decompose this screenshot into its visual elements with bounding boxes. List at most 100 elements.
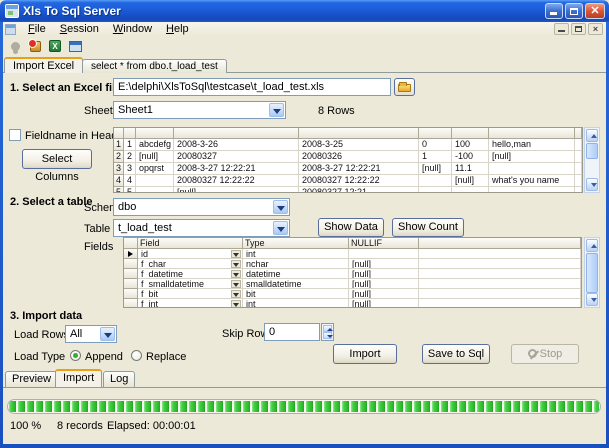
grid-cell[interactable] — [136, 175, 174, 187]
grid-corner-cell[interactable] — [124, 238, 138, 249]
replace-radio[interactable] — [131, 350, 142, 361]
grid-cell[interactable]: 0 — [419, 139, 452, 151]
append-label[interactable]: Append — [85, 351, 123, 363]
close-button[interactable]: ✕ — [585, 3, 605, 19]
grid-cell[interactable]: 20080326 — [299, 151, 419, 163]
scroll-down-icon[interactable] — [586, 178, 598, 191]
mdi-child-icon[interactable] — [5, 24, 16, 35]
scroll-up-icon[interactable] — [586, 239, 598, 252]
field-dropdown-icon[interactable] — [231, 280, 241, 288]
field-cell[interactable]: id — [138, 249, 243, 259]
grid-cell[interactable]: 1 — [124, 139, 136, 151]
grid-cell[interactable]: 100 — [452, 139, 489, 151]
field-cell[interactable]: f_smalldatetime — [138, 279, 243, 289]
mdi-minimize-button[interactable] — [554, 23, 569, 35]
grid-cell[interactable]: [null] — [419, 163, 452, 175]
row-selector-cell[interactable] — [124, 269, 138, 279]
tab-import-excel[interactable]: Import Excel — [4, 57, 83, 73]
grid-cell[interactable]: 20080327 12:22:22 — [174, 175, 299, 187]
import-excel-button[interactable]: X — [47, 38, 63, 54]
field-cell[interactable]: f_int — [138, 299, 243, 308]
grid-cell[interactable]: opqrst — [136, 163, 174, 175]
nullif-cell[interactable]: [null] — [349, 279, 419, 289]
tab-log[interactable]: Log — [103, 371, 135, 387]
spin-down-icon[interactable] — [323, 332, 332, 339]
sql-window-button[interactable] — [67, 38, 83, 54]
column-header[interactable] — [136, 128, 174, 139]
save-to-sql-button[interactable]: Save to Sql — [422, 344, 490, 364]
fieldname-header-label[interactable]: Fieldname in Header — [25, 130, 127, 142]
field-cell[interactable]: f_bit — [138, 289, 243, 299]
grid-cell[interactable]: [null] — [489, 151, 575, 163]
nullif-cell[interactable]: [null] — [349, 269, 419, 279]
field-cell[interactable]: f_char — [138, 259, 243, 269]
scroll-down-icon[interactable] — [586, 293, 598, 306]
grid-cell[interactable]: ... — [136, 187, 174, 193]
menu-file[interactable]: File — [21, 22, 53, 36]
replace-label[interactable]: Replace — [146, 351, 186, 363]
sheet-combobox[interactable]: Sheet1 — [113, 101, 286, 119]
nullif-cell[interactable] — [349, 249, 419, 259]
column-header[interactable] — [124, 128, 136, 139]
grid-cell[interactable]: abcdefg — [136, 139, 174, 151]
tab-import[interactable]: Import — [55, 369, 102, 387]
close-session-button[interactable] — [27, 38, 43, 54]
select-columns-button[interactable]: Select Columns — [22, 149, 92, 169]
type-cell[interactable]: nchar — [243, 259, 349, 269]
menu-session[interactable]: Session — [53, 22, 106, 36]
column-header[interactable] — [299, 128, 419, 139]
row-header-cell[interactable]: 3 — [114, 163, 124, 175]
schema-combobox[interactable]: dbo — [113, 198, 290, 216]
table-combobox[interactable]: t_load_test — [113, 219, 290, 237]
load-rows-combobox[interactable]: All — [65, 325, 117, 343]
row-header-cell[interactable]: 2 — [114, 151, 124, 163]
grid-cell[interactable]: [null] — [452, 175, 489, 187]
chevron-down-icon[interactable] — [273, 221, 288, 235]
mdi-close-button[interactable]: × — [588, 23, 603, 35]
field-dropdown-icon[interactable] — [231, 300, 241, 308]
grid-cell[interactable]: 1 — [419, 151, 452, 163]
grid-cell[interactable] — [419, 175, 452, 187]
column-header-type[interactable]: Type — [243, 238, 349, 249]
grid-cell[interactable]: [null] — [174, 187, 299, 193]
spin-up-icon[interactable] — [323, 325, 332, 332]
scrollbar-thumb[interactable] — [586, 143, 598, 159]
menu-window[interactable]: Window — [106, 22, 159, 36]
preview-grid-scrollbar[interactable] — [584, 127, 600, 193]
scrollbar-thumb[interactable] — [586, 253, 598, 293]
show-count-button[interactable]: Show Count — [392, 218, 464, 237]
menu-help[interactable]: Help — [159, 22, 196, 36]
grid-cell[interactable]: 2008-3-27 12:22:21 — [299, 163, 419, 175]
row-selector-cell[interactable] — [124, 249, 138, 259]
column-header[interactable] — [419, 128, 452, 139]
type-cell[interactable]: datetime — [243, 269, 349, 279]
chevron-down-icon[interactable] — [269, 103, 284, 117]
minimize-button[interactable] — [545, 3, 563, 19]
grid-cell[interactable] — [452, 187, 489, 193]
grid-cell[interactable]: -100 — [452, 151, 489, 163]
tab-select-query[interactable]: select * from dbo.t_load_test — [82, 59, 227, 73]
grid-cell[interactable]: what's you name — [489, 175, 575, 187]
grid-cell[interactable]: [null] — [136, 151, 174, 163]
import-button[interactable]: Import — [333, 344, 397, 364]
scroll-up-icon[interactable] — [586, 129, 598, 142]
nullif-cell[interactable]: [null] — [349, 259, 419, 269]
fields-grid-scrollbar[interactable] — [584, 237, 600, 308]
row-selector-cell[interactable] — [124, 299, 138, 308]
type-cell[interactable]: int — [243, 299, 349, 308]
browse-file-button[interactable] — [394, 78, 415, 96]
grid-cell[interactable]: 20080327 12:22:22 — [299, 175, 419, 187]
append-radio[interactable] — [70, 350, 81, 361]
row-selector-cell[interactable] — [124, 279, 138, 289]
grid-corner-cell[interactable] — [114, 128, 124, 139]
excel-file-input[interactable] — [113, 78, 391, 96]
grid-cell[interactable]: 2008-3-26 — [174, 139, 299, 151]
grid-cell[interactable]: 20080327 — [174, 151, 299, 163]
nullif-cell[interactable]: [null] — [349, 289, 419, 299]
grid-cell[interactable]: 11.1 — [452, 163, 489, 175]
mdi-restore-button[interactable] — [571, 23, 586, 35]
grid-cell[interactable] — [489, 163, 575, 175]
grid-cell[interactable]: 20080327 12:21 — [299, 187, 419, 193]
column-header[interactable] — [174, 128, 299, 139]
chevron-down-icon[interactable] — [100, 327, 115, 341]
